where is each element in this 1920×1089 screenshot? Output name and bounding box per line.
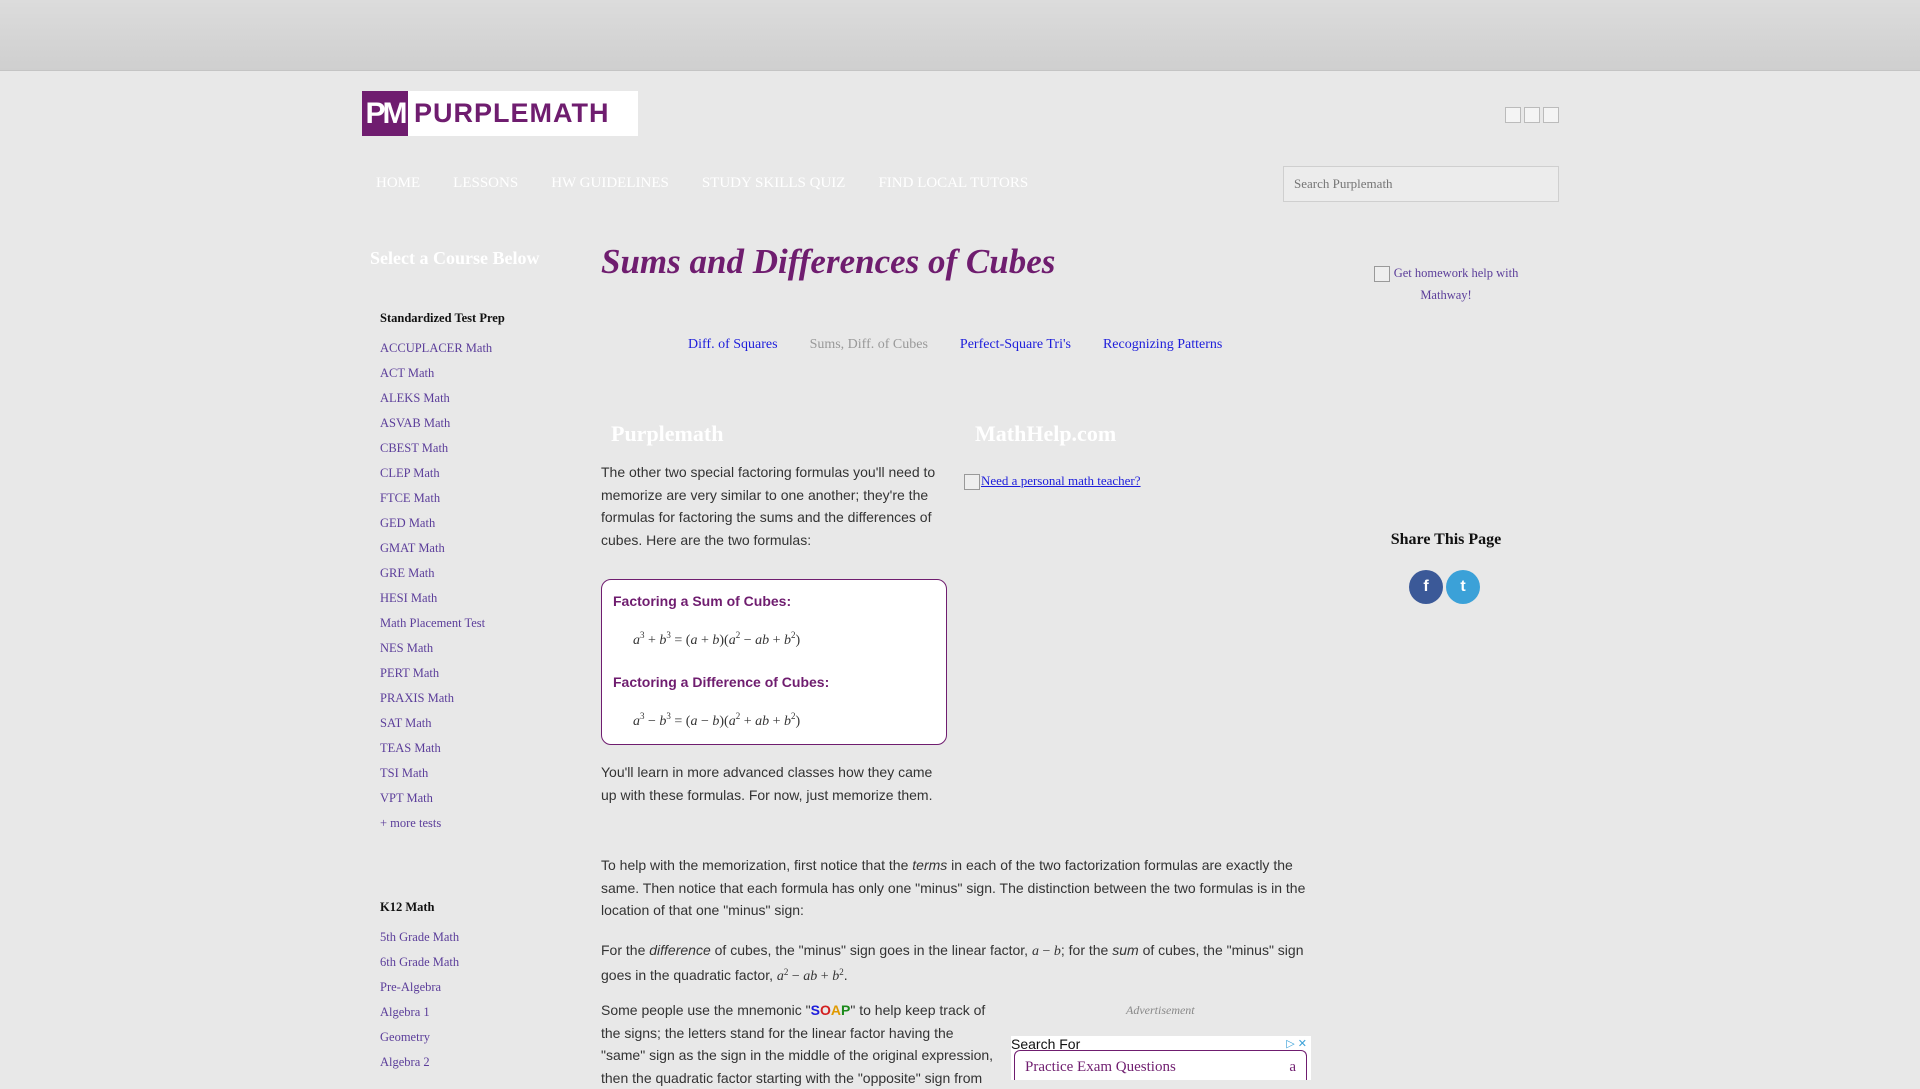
logo-text: PURPLEMATH bbox=[414, 98, 610, 128]
facebook-share-button[interactable]: f bbox=[1409, 570, 1443, 604]
twitter-share-button[interactable]: t bbox=[1446, 570, 1480, 604]
soap-paragraph: Some people use the mnemonic "SOAP" to h… bbox=[601, 999, 996, 1089]
sidebar-item-pre-algebra[interactable]: Pre-Algebra bbox=[380, 977, 572, 1002]
soap-o: O bbox=[820, 1002, 831, 1018]
sidebar-item-cbest[interactable]: CBEST Math bbox=[380, 438, 572, 463]
ad-result-text: Practice Exam Questions bbox=[1025, 1059, 1176, 1075]
mathway-ad-image[interactable]: Get homework help with Mathway! bbox=[1356, 262, 1536, 306]
facebook-icon: f bbox=[1423, 578, 1429, 595]
text-span: ; for the bbox=[1060, 942, 1113, 958]
emphasis-difference: difference bbox=[649, 942, 711, 958]
difference-of-cubes-label: Factoring a Difference of Cubes: bbox=[613, 674, 830, 690]
sidebar-item-algebra-2[interactable]: Algebra 2 bbox=[380, 1052, 572, 1077]
sidebar-item-5th-grade[interactable]: 5th Grade Math bbox=[380, 927, 572, 952]
logo-mark: PM bbox=[362, 91, 408, 136]
sidebar-item-ged[interactable]: GED Math bbox=[380, 513, 572, 538]
ad-result-practice-exam[interactable]: Practice Exam Questions a bbox=[1014, 1050, 1307, 1080]
mathhelp-ad-link[interactable]: Need a personal math teacher? bbox=[964, 473, 1141, 491]
sidebar-item-praxis[interactable]: PRAXIS Math bbox=[380, 688, 572, 713]
sidebar-item-asvab[interactable]: ASVAB Math bbox=[380, 413, 572, 438]
after-box-paragraph: You'll learn in more advanced classes ho… bbox=[601, 764, 933, 803]
intro-paragraph: The other two special factoring formulas… bbox=[601, 464, 936, 548]
search-input[interactable] bbox=[1283, 166, 1559, 202]
difference-of-cubes-formula: a3 − b3 = (a − b)(a2 + ab + b2) bbox=[633, 711, 801, 729]
memorization-paragraph: To help with the memorization, first not… bbox=[601, 854, 1311, 922]
tab-recognizing-patterns[interactable]: Recognizing Patterns bbox=[1103, 337, 1222, 353]
top-banner-bar bbox=[0, 0, 1920, 71]
test-prep-title: Standardized Test Prep bbox=[380, 311, 505, 325]
sidebar-item-teas[interactable]: TEAS Math bbox=[380, 738, 572, 763]
soap-s: S bbox=[810, 1002, 820, 1018]
sidebar-item-clep[interactable]: CLEP Math bbox=[380, 463, 572, 488]
sidebar-item-more-tests[interactable]: + more tests bbox=[380, 813, 572, 838]
sidebar-item-gmat[interactable]: GMAT Math bbox=[380, 538, 572, 563]
tab-sums-diff-cubes: Sums, Diff. of Cubes bbox=[809, 337, 928, 352]
language-flags bbox=[1505, 107, 1559, 123]
mathway-ad-alt: Get homework help with Mathway! bbox=[1393, 266, 1519, 302]
sidebar-item-gre[interactable]: GRE Math bbox=[380, 563, 572, 588]
emphasis-terms: terms bbox=[912, 857, 948, 873]
k12-title: K12 Math bbox=[380, 900, 435, 914]
tab-diff-of-squares[interactable]: Diff. of Squares bbox=[688, 337, 778, 353]
share-title: Share This Page bbox=[1390, 531, 1502, 548]
mathhelp-column-heading: MathHelp.com bbox=[975, 421, 1117, 446]
sidebar-item-vpt[interactable]: VPT Math bbox=[380, 788, 572, 813]
purplemath-column-heading: Purplemath bbox=[611, 421, 724, 446]
quadratic-factor-math: a2 − ab + b2 bbox=[776, 966, 844, 984]
text-span: To help with the memorization, first not… bbox=[601, 857, 913, 873]
nav-home[interactable]: HOME bbox=[376, 175, 420, 192]
broken-image-icon bbox=[964, 474, 980, 491]
sidebar-item-pert[interactable]: PERT Math bbox=[380, 663, 572, 688]
nav-lessons[interactable]: LESSONS bbox=[453, 175, 518, 192]
main-nav: HOME LESSONS HW GUIDELINES STUDY SKILLS … bbox=[362, 168, 1047, 198]
sum-of-cubes-label: Factoring a Sum of Cubes: bbox=[613, 593, 792, 609]
sidebar-item-math-placement[interactable]: Math Placement Test bbox=[380, 613, 572, 638]
emphasis-sum: sum bbox=[1112, 942, 1139, 958]
twitter-icon: t bbox=[1460, 578, 1466, 595]
sidebar-heading: Select a Course Below bbox=[370, 248, 540, 268]
sidebar-item-6th-grade[interactable]: 6th Grade Math bbox=[380, 952, 572, 977]
lesson-tabs: Diff. of Squares Sums, Diff. of Cubes Pe… bbox=[688, 337, 1254, 353]
sidebar-item-aleks[interactable]: ALEKS Math bbox=[380, 388, 572, 413]
sidebar-item-sat[interactable]: SAT Math bbox=[380, 713, 572, 738]
text-span: Some people use the mnemonic " bbox=[601, 1002, 811, 1018]
formula-box: Factoring a Sum of Cubes: a3 + b3 = (a +… bbox=[601, 579, 947, 745]
linear-factor-math: a − b bbox=[1031, 944, 1061, 959]
sidebar-item-geometry[interactable]: Geometry bbox=[380, 1027, 572, 1052]
nav-hw-guidelines[interactable]: HW GUIDELINES bbox=[551, 175, 669, 192]
text-span: of cubes, the "minus" sign goes in the l… bbox=[710, 942, 1032, 958]
soap-a: A bbox=[830, 1002, 842, 1018]
ad-arrow-glyph: a bbox=[1289, 1059, 1296, 1075]
course-sidebar: Select a Course Below Standardized Test … bbox=[362, 248, 572, 1077]
broken-image-icon bbox=[1373, 266, 1390, 283]
test-prep-list: ACCUPLACER Math ACT Math ALEKS Math ASVA… bbox=[380, 338, 572, 838]
purplemath-logo[interactable]: PM PURPLEMATH bbox=[362, 91, 638, 136]
sidebar-item-algebra-1[interactable]: Algebra 1 bbox=[380, 1002, 572, 1027]
advertisement-label: Advertisement bbox=[1126, 1003, 1195, 1017]
sidebar-item-ftce[interactable]: FTCE Math bbox=[380, 488, 572, 513]
nav-study-skills-quiz[interactable]: STUDY SKILLS QUIZ bbox=[702, 175, 846, 192]
page-title: Sums and Differences of Cubes bbox=[601, 242, 1056, 281]
sidebar-item-tsi[interactable]: TSI Math bbox=[380, 763, 572, 788]
mathhelp-link-text: Need a personal math teacher? bbox=[981, 473, 1141, 488]
sidebar-item-nes[interactable]: NES Math bbox=[380, 638, 572, 663]
flag-icon[interactable] bbox=[1543, 107, 1559, 123]
sum-of-cubes-formula: a3 + b3 = (a + b)(a2 − ab + b2) bbox=[633, 630, 801, 648]
soap-p: P bbox=[841, 1002, 851, 1018]
sidebar-item-act[interactable]: ACT Math bbox=[380, 363, 572, 388]
flag-icon[interactable] bbox=[1524, 107, 1540, 123]
minus-sign-paragraph: For the difference of cubes, the "minus"… bbox=[601, 942, 1304, 984]
flag-icon[interactable] bbox=[1505, 107, 1521, 123]
adchoices-icon[interactable]: ▷ ✕ bbox=[1286, 1037, 1307, 1050]
k12-list: 5th Grade Math 6th Grade Math Pre-Algebr… bbox=[380, 927, 572, 1077]
search-ad: Search For ▷ ✕ Practice Exam Questions a bbox=[1011, 1036, 1311, 1080]
tab-perfect-square[interactable]: Perfect-Square Tri's bbox=[960, 337, 1071, 353]
sidebar-item-accuplacer[interactable]: ACCUPLACER Math bbox=[380, 338, 572, 363]
nav-find-local-tutors[interactable]: FIND LOCAL TUTORS bbox=[878, 175, 1028, 192]
sidebar-item-hesi[interactable]: HESI Math bbox=[380, 588, 572, 613]
text-span: For the bbox=[601, 942, 650, 958]
